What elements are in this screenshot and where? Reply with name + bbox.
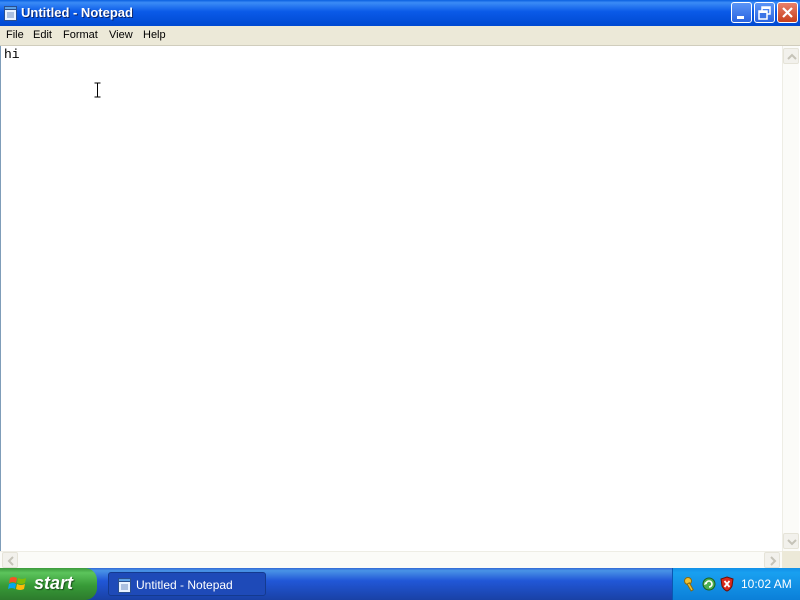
scroll-down-button[interactable]: [783, 533, 799, 549]
menu-edit[interactable]: Edit: [30, 28, 55, 42]
menu-view[interactable]: View: [106, 28, 136, 42]
scroll-up-button[interactable]: [783, 48, 799, 64]
scroll-left-button[interactable]: [2, 552, 18, 568]
system-tray: 10:02 AM: [672, 568, 800, 600]
start-button[interactable]: start: [0, 568, 97, 600]
taskbar-button-label: Untitled - Notepad: [136, 578, 233, 592]
start-label: start: [34, 573, 74, 593]
editor-content: hi: [4, 47, 20, 62]
chevron-left-icon: [7, 556, 14, 566]
menu-format[interactable]: Format: [60, 28, 101, 42]
title-bar[interactable]: Untitled - Notepad: [0, 0, 800, 26]
network-key-icon[interactable]: [682, 576, 698, 592]
scroll-right-button[interactable]: [764, 552, 780, 568]
restore-button[interactable]: [754, 2, 775, 23]
window-title: Untitled - Notepad: [21, 5, 133, 20]
menu-file[interactable]: File: [3, 28, 27, 42]
notepad-icon: [118, 578, 131, 593]
horizontal-scrollbar[interactable]: [0, 551, 782, 568]
network-refresh-icon[interactable]: [701, 576, 717, 592]
menu-help[interactable]: Help: [140, 28, 169, 42]
chevron-down-icon: [787, 539, 797, 546]
chevron-up-icon: [787, 53, 797, 60]
size-grip[interactable]: [782, 551, 800, 568]
close-icon: [782, 7, 793, 18]
close-button[interactable]: [777, 2, 798, 23]
notepad-icon[interactable]: [4, 5, 17, 21]
text-cursor-icon: [94, 82, 101, 98]
menu-bar: File Edit Format View Help: [0, 26, 800, 46]
taskbar-button-notepad[interactable]: Untitled - Notepad: [108, 572, 266, 596]
minimize-button[interactable]: [731, 2, 752, 23]
restore-icon: [758, 6, 771, 20]
clock[interactable]: 10:02 AM: [741, 577, 792, 591]
text-editor[interactable]: hi: [0, 46, 782, 551]
security-shield-icon[interactable]: [719, 576, 735, 592]
chevron-right-icon: [770, 556, 777, 566]
windows-logo-icon: [8, 577, 26, 590]
taskbar: start Untitled - Notepad 10:02 AM: [0, 568, 800, 600]
vertical-scrollbar[interactable]: [782, 46, 799, 551]
minimize-icon: [737, 16, 744, 19]
